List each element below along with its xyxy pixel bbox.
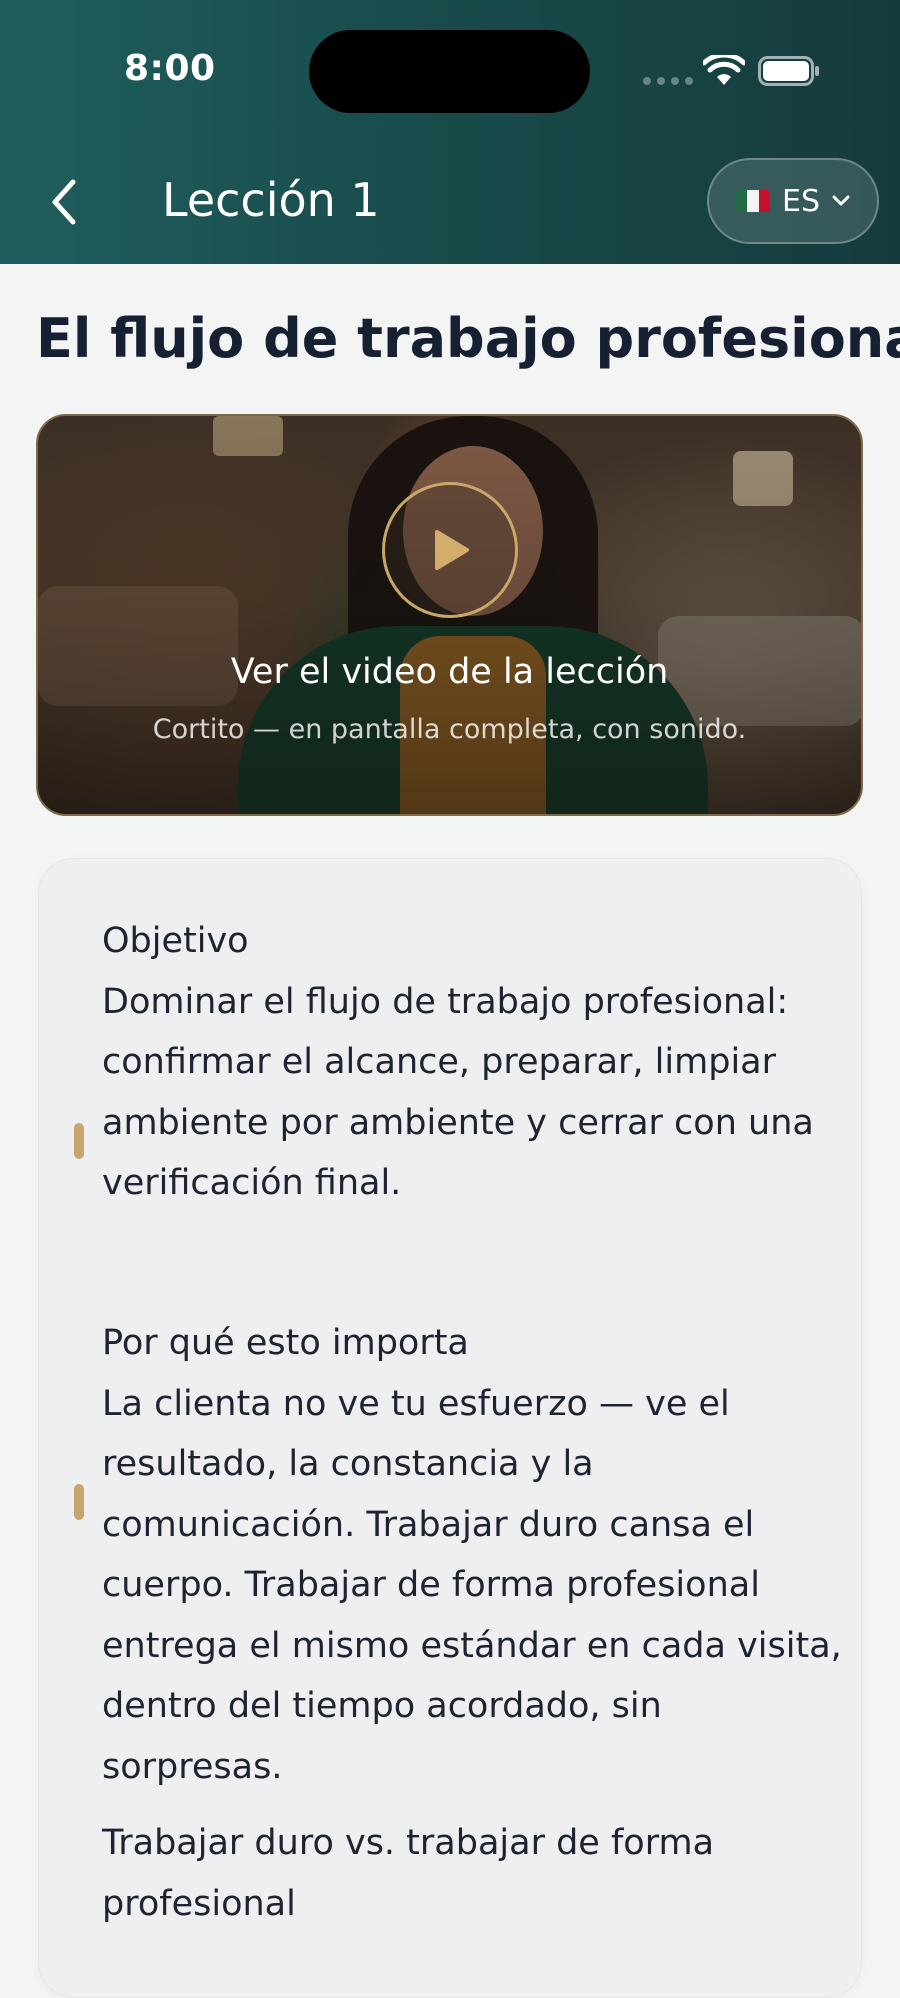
play-icon bbox=[435, 530, 469, 570]
video-title: Ver el video de la lección bbox=[230, 652, 669, 692]
dynamic-island bbox=[309, 30, 590, 113]
section-heading: Por qué esto importa bbox=[102, 1323, 469, 1363]
section-heading: Objetivo bbox=[102, 921, 249, 961]
section-accent-bar bbox=[74, 1123, 84, 1159]
language-code: ES bbox=[782, 183, 820, 219]
battery-icon bbox=[758, 56, 819, 86]
lesson-content-card: Objetivo Dominar el flujo de trabajo pro… bbox=[38, 858, 862, 1998]
language-selector[interactable]: ES bbox=[707, 158, 879, 244]
section-text: Trabajar duro vs. trabajar de forma prof… bbox=[102, 1813, 847, 1934]
back-button[interactable] bbox=[36, 170, 92, 234]
section-text: Por qué esto importa La clienta no ve tu… bbox=[102, 1313, 847, 1797]
mexico-flag-icon bbox=[736, 190, 770, 212]
lesson-video-card[interactable]: Ver el video de la lección Cortito — en … bbox=[36, 414, 863, 816]
section-accent-bar bbox=[74, 1484, 84, 1520]
section-body: Dominar el flujo de trabajo profesional:… bbox=[102, 981, 814, 1204]
video-subtitle: Cortito — en pantalla completa, con soni… bbox=[152, 714, 747, 745]
section-heading: Trabajar duro vs. trabajar de forma prof… bbox=[102, 1823, 715, 1924]
cellular-signal-icon bbox=[643, 77, 693, 85]
play-button[interactable] bbox=[382, 482, 518, 618]
section-body: La clienta no ve tu esfuerzo — ve el res… bbox=[102, 1383, 842, 1787]
wifi-icon bbox=[703, 55, 745, 85]
chevron-left-icon bbox=[52, 179, 76, 225]
status-time: 8:00 bbox=[124, 48, 216, 89]
lesson-nav-title: Lección 1 bbox=[162, 173, 380, 227]
page-title: El flujo de trabajo profesional bbox=[36, 307, 900, 370]
chevron-down-icon bbox=[832, 195, 850, 206]
app-header: 8:00 Lección 1 ES bbox=[0, 0, 900, 264]
section-text: Objetivo Dominar el flujo de trabajo pro… bbox=[102, 911, 847, 1214]
